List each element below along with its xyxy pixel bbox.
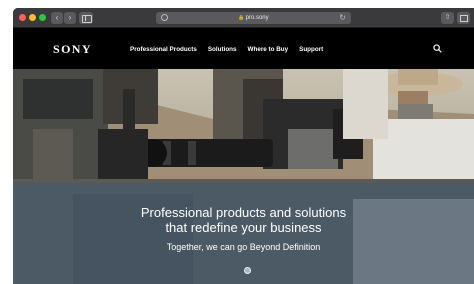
sony-logo[interactable]: SONY: [53, 42, 92, 57]
site-header: SONY Professional Products Solutions Whe…: [13, 29, 474, 69]
search-icon[interactable]: [433, 44, 442, 53]
hero-subline: Together, we can go Beyond Definition: [166, 242, 321, 252]
reload-icon[interactable]: ↻: [339, 13, 346, 23]
hero-headline-line1: Professional products and solutions: [140, 205, 347, 220]
sidebar-toggle-icon[interactable]: [79, 12, 93, 24]
hero-headline: Professional products and solutions that…: [13, 205, 474, 235]
browser-window: ‹ › 🔒pro.sony ↻ ⇧ SONY Professional Prod…: [13, 8, 474, 284]
url-text: pro.sony: [245, 15, 269, 21]
address-bar[interactable]: 🔒pro.sony ↻: [156, 12, 351, 24]
lock-icon: 🔒: [238, 15, 245, 21]
hero-headline-line2: that redefine your business: [165, 220, 322, 235]
main-nav: Professional Products Solutions Where to…: [130, 29, 334, 69]
carousel-indicator[interactable]: [244, 267, 251, 274]
nav-item-support[interactable]: Support: [299, 46, 323, 53]
zoom-window-button[interactable]: [39, 14, 46, 21]
browser-titlebar: ‹ › 🔒pro.sony ↻ ⇧: [13, 8, 474, 28]
tabs-icon[interactable]: [457, 12, 470, 24]
nav-item-professional-products[interactable]: Professional Products: [130, 46, 197, 53]
minimize-window-button[interactable]: [29, 14, 36, 21]
share-icon[interactable]: ⇧: [441, 12, 454, 24]
hero-banner: Professional products and solutions that…: [13, 69, 474, 284]
back-button[interactable]: ‹: [51, 12, 63, 24]
forward-button[interactable]: ›: [64, 12, 76, 24]
nav-item-where-to-buy[interactable]: Where to Buy: [248, 46, 289, 53]
nav-item-solutions[interactable]: Solutions: [208, 46, 237, 53]
close-window-button[interactable]: [19, 14, 26, 21]
